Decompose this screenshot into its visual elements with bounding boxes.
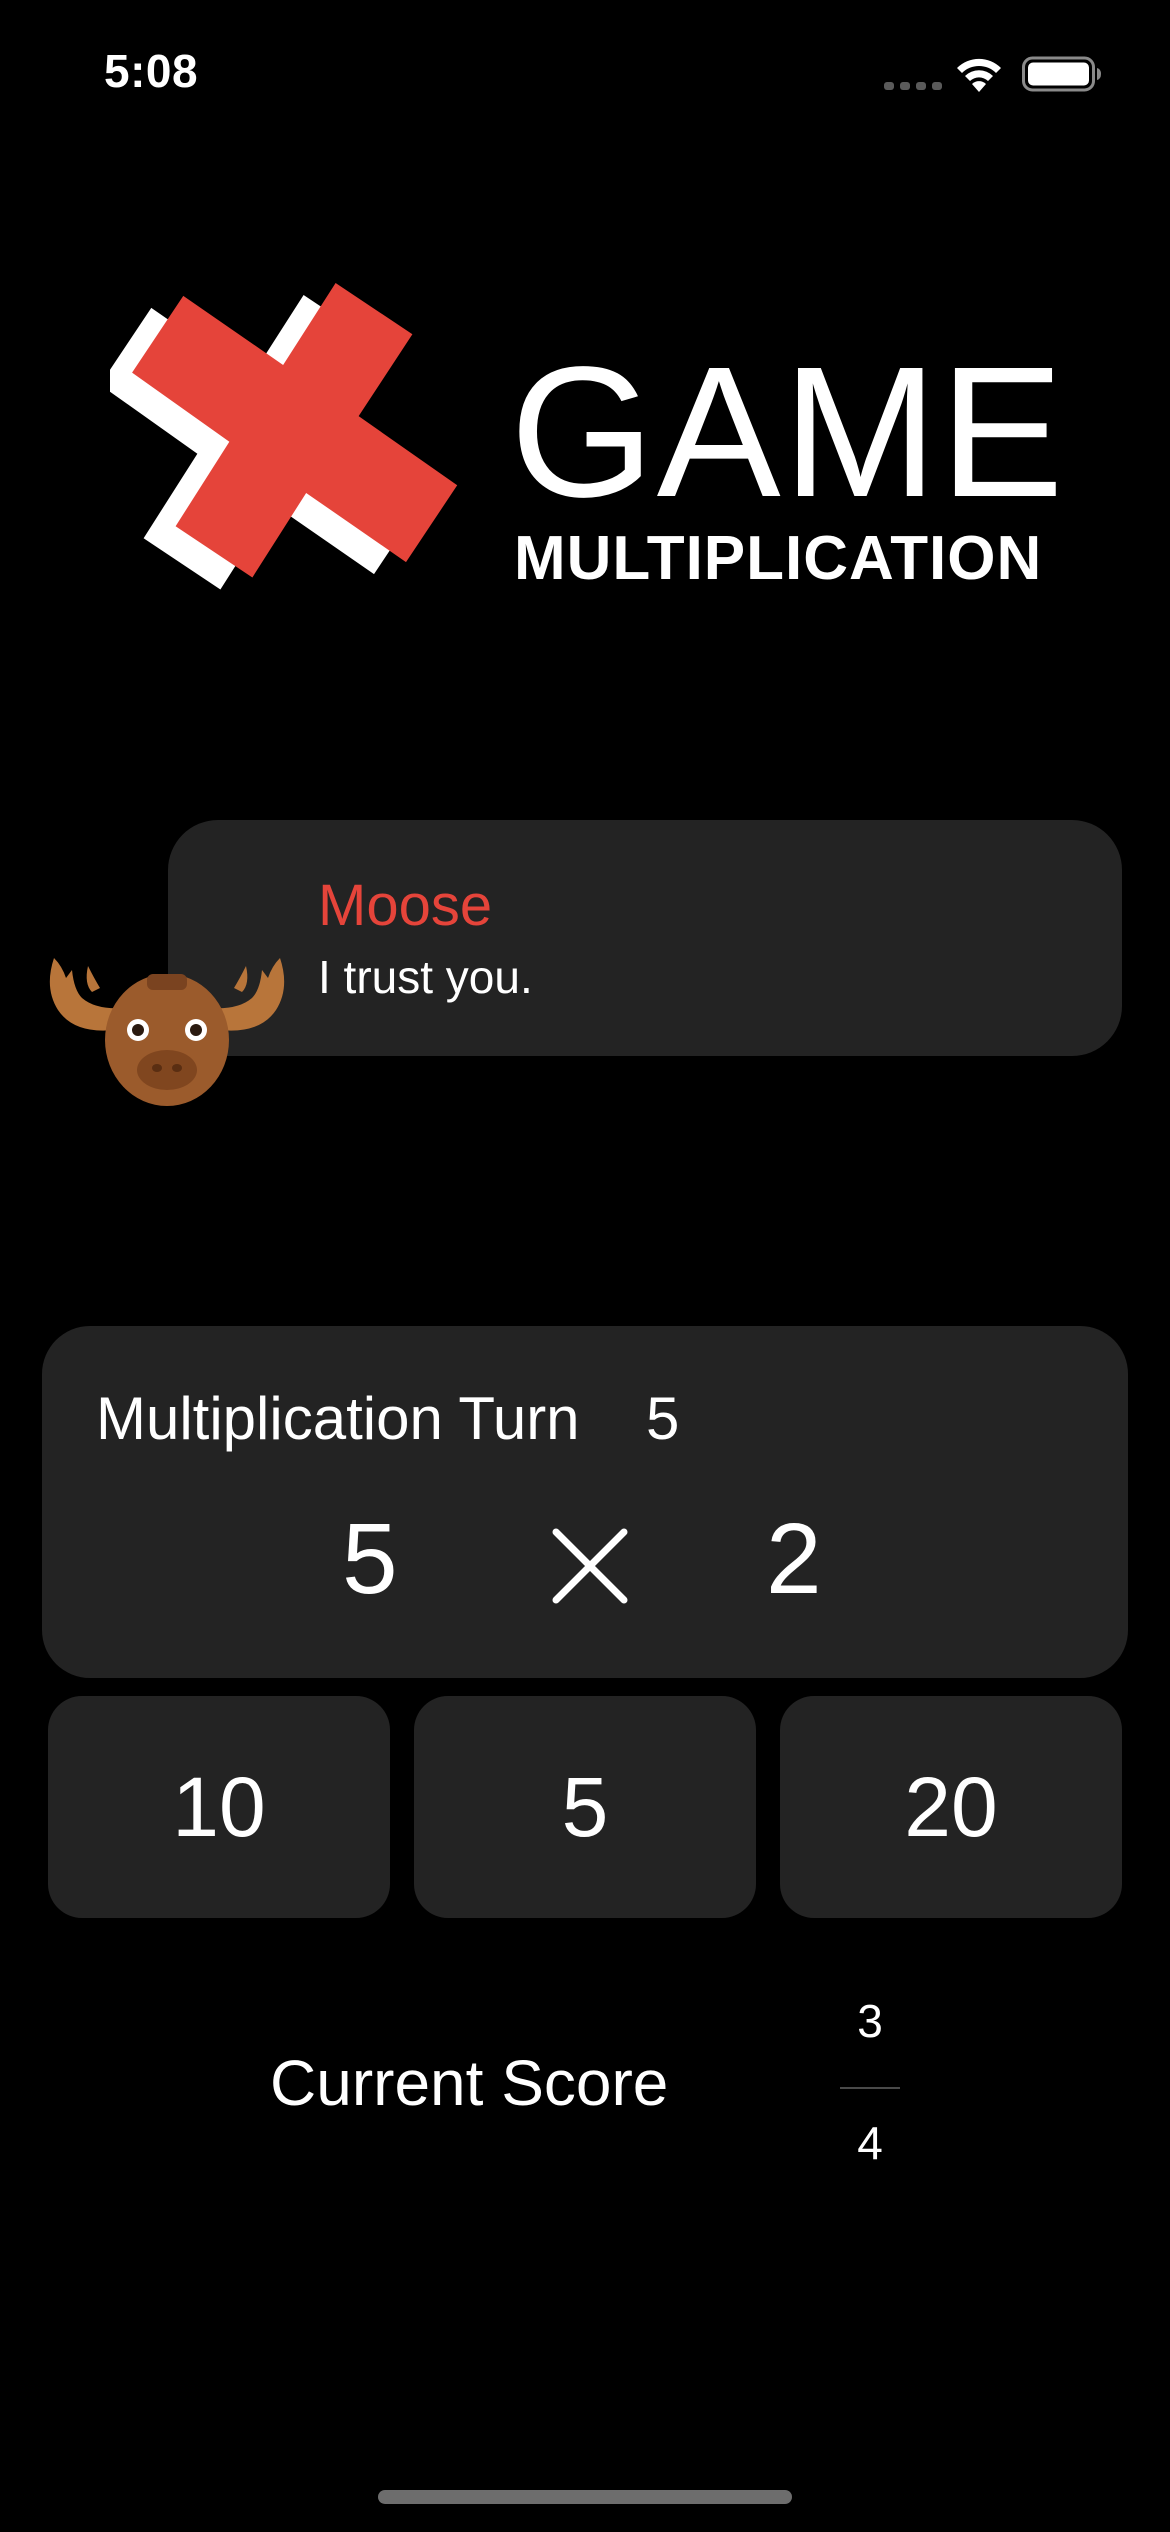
score-total: 4 [857,2117,883,2169]
score-correct: 3 [857,1995,883,2047]
score-fraction-divider [840,2087,900,2089]
game-logo: GAME MULTIPLICATION [110,250,1070,670]
answer-button-2[interactable]: 5 [414,1696,756,1918]
logo-title: GAME [510,329,1066,536]
score-label: Current Score [270,2047,669,2119]
multiplication-cross-icon [110,283,458,590]
battery-icon [1022,56,1101,92]
status-icons [884,52,1114,96]
moose-icon [49,958,285,1106]
logo-subtitle: MULTIPLICATION [514,524,1043,593]
answer-button-1[interactable]: 10 [48,1696,390,1918]
times-icon [552,1528,628,1604]
operand-b: 2 [766,1503,822,1615]
turn-label: Multiplication Turn [96,1385,580,1452]
operand-a: 5 [342,1503,398,1615]
speech-text: I trust you. [318,951,533,1003]
answer-button-3[interactable]: 20 [780,1696,1122,1918]
status-time: 5:08 [104,45,199,97]
speaker-name: Moose [318,873,493,938]
turn-number: 5 [646,1385,680,1452]
wifi-icon [957,58,1001,92]
question-card: Multiplication Turn 5 5 2 [42,1326,1128,1678]
speech-bubble: Moose I trust you. [168,820,1122,1056]
cellular-signal-icon [884,82,944,90]
home-indicator[interactable] [378,2490,792,2504]
